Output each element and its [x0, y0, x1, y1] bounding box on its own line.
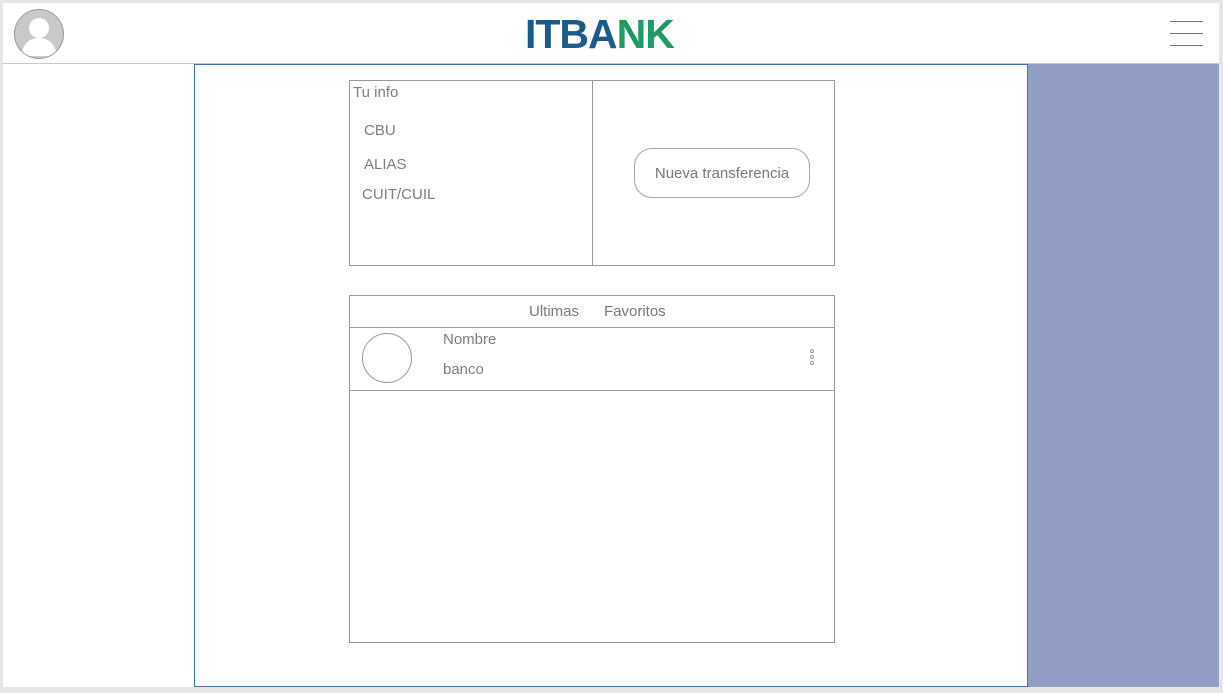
top-bar: ITBANK: [3, 3, 1219, 64]
tab-ultimas[interactable]: Ultimas: [529, 303, 579, 320]
cuit-cuil-label: CUIT/CUIL: [362, 186, 436, 203]
contacts-card: Ultimas Favoritos Nombre banco: [349, 295, 835, 643]
user-avatar-icon[interactable]: [14, 9, 64, 59]
itbank-logo: ITBANK: [525, 11, 695, 57]
contact-bank: banco: [443, 361, 484, 378]
kebab-menu-icon[interactable]: [808, 349, 818, 369]
info-title: Tu info: [353, 84, 399, 101]
tab-favoritos[interactable]: Favoritos: [604, 303, 666, 320]
alias-label: ALIAS: [364, 156, 407, 173]
logo-text-blue: ITBA: [525, 11, 618, 57]
info-card: Tu info CBU ALIAS CUIT/CUIL Nueva transf…: [349, 80, 835, 266]
info-divider: [592, 81, 593, 265]
contact-avatar: [362, 333, 412, 383]
contact-row[interactable]: Nombre banco: [350, 328, 834, 391]
contact-name: Nombre: [443, 331, 497, 348]
side-panel: [1028, 64, 1219, 687]
contacts-tabs: Ultimas Favoritos: [350, 296, 834, 328]
hamburger-menu-icon[interactable]: [1170, 20, 1203, 48]
cbu-label: CBU: [364, 122, 396, 139]
logo-text-green: NK: [616, 11, 675, 57]
new-transfer-button[interactable]: Nueva transferencia: [634, 148, 810, 198]
